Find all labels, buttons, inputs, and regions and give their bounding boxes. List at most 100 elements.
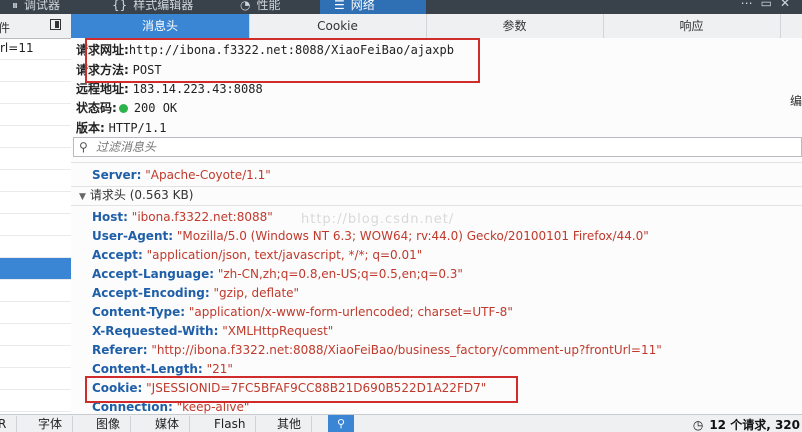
tab-response[interactable]: 响应 (603, 14, 781, 38)
request-summary-text: 12 个请求, 320 (709, 418, 800, 432)
http-version-label: 版本: (76, 121, 105, 135)
request-list-row[interactable]: rl=11 (0, 38, 71, 60)
dock-icon[interactable]: ▭ (761, 0, 780, 10)
header-value: "Mozilla/5.0 (Windows NT 6.3; WOW64; rv:… (176, 229, 649, 243)
overflow-icon[interactable]: ⋯ (741, 0, 761, 10)
filter-button-fonts[interactable]: 字体 (28, 416, 74, 432)
request-list-row[interactable] (0, 82, 71, 104)
performance-icon: ◔ (240, 0, 251, 12)
request-header-row: X-Requested-With: "XMLHttpRequest" (92, 322, 333, 341)
devtools-toolbar: ⏸ 调试器 {} 样式编辑器 ◔ 性能 ☰ 网络 ⋯▭✕ (0, 0, 802, 14)
request-list-row[interactable] (0, 390, 71, 412)
header-key: User-Agent: (92, 229, 174, 243)
request-list-row[interactable] (0, 258, 71, 280)
request-list-row[interactable] (0, 170, 71, 192)
request-list-row[interactable] (0, 214, 71, 236)
search-icon: ⚲ (79, 140, 88, 154)
network-icon: ☰ (334, 0, 345, 12)
remote-address-label: 远程地址: (76, 82, 129, 96)
status-code-label: 状态码: (76, 101, 117, 115)
request-header-row: Host: "ibona.f3322.net:8088" (92, 208, 273, 227)
file-column-label[interactable]: 件 (0, 19, 10, 36)
request-headers-section-label: 请求头 (0.563 KB) (89, 188, 194, 202)
watermark-text: http://blog.csdn.net/ (301, 212, 455, 227)
tab-debugger-label: 调试器 (24, 0, 61, 12)
tab-cookie[interactable]: Cookie (249, 14, 427, 38)
filter-button-flash[interactable]: Flash (204, 416, 257, 432)
request-list-row[interactable] (0, 302, 71, 324)
header-key: Accept: (92, 248, 143, 262)
toolbar-right-icons: ⋯▭✕ (741, 0, 798, 10)
request-header-row: Content-Type: "application/x-www-form-ur… (92, 303, 513, 322)
search-icon[interactable]: ⚲ (328, 415, 354, 432)
collapse-triangle-icon[interactable]: ▼ (79, 192, 86, 202)
toggle-sidebar-icon[interactable] (50, 19, 61, 30)
request-list-row[interactable] (0, 104, 71, 126)
divider (71, 205, 802, 206)
filter-headers-box: ⚲ (73, 137, 802, 157)
header-key: X-Requested-With: (92, 324, 219, 338)
request-list-row[interactable] (0, 192, 71, 214)
header-value: "zh-CN,zh;q=0.8,en-US;q=0.5,en;q=0.3" (217, 267, 463, 281)
request-list-row[interactable] (0, 60, 71, 82)
header-key: Content-Length: (92, 362, 203, 376)
http-version-line: 版本: HTTP/1.1 (76, 119, 166, 136)
request-list-row[interactable] (0, 148, 71, 170)
edit-resend-button[interactable]: 编 (790, 92, 802, 112)
tab-debugger[interactable]: ⏸ 调试器 (12, 0, 60, 14)
tab-style-editor[interactable]: {} 样式编辑器 (112, 0, 193, 14)
request-list-row[interactable] (0, 280, 71, 302)
tab-headers[interactable]: 消息头 (71, 14, 250, 38)
request-list-row[interactable] (0, 126, 71, 148)
tab-performance-label: 性能 (256, 0, 281, 12)
close-icon[interactable]: ✕ (780, 0, 798, 10)
filter-button-other[interactable]: 其他 (267, 416, 313, 432)
request-header-row: Accept-Language: "zh-CN,zh;q=0.8,en-US;q… (92, 265, 463, 284)
header-value: "21" (206, 362, 233, 376)
header-key: Referer: (92, 343, 148, 357)
header-value: "application/json, text/javascript, */*;… (146, 248, 423, 262)
filter-button-images[interactable]: 图像 (86, 416, 132, 432)
tab-network-label: 网络 (350, 0, 375, 12)
request-list-row[interactable] (0, 346, 71, 368)
header-value: "gzip, deflate" (213, 286, 300, 300)
bottom-filter-bar: R 字体 图像 媒体 Flash 其他 ⚲ ◷ 12 个请求, 320 (0, 414, 802, 432)
filter-button-all[interactable]: R (0, 416, 18, 432)
filter-button-media[interactable]: 媒体 (145, 416, 191, 432)
status-code-value: 200 OK (133, 101, 178, 115)
remote-address-value: 183.14.223.43:8088 (132, 82, 263, 96)
header-value: "application/x-www-form-urlencoded; char… (188, 305, 513, 319)
request-headers-section[interactable]: ▼ 请求头 (0.563 KB) (79, 186, 193, 205)
braces-icon: {} (112, 0, 128, 12)
header-key: Content-Type: (92, 305, 186, 319)
request-list-row[interactable] (0, 324, 71, 346)
header-value: "http://ibona.f3322.net:8088/XiaoFeiBao/… (151, 343, 662, 357)
annotation-box-cookie (85, 376, 518, 403)
divider (71, 162, 802, 163)
header-value: "XMLHttpRequest" (222, 324, 334, 338)
request-summary-status: ◷ 12 个请求, 320 (693, 416, 800, 432)
header-key: Accept-Encoding: (92, 286, 210, 300)
response-header-row: Server: "Apache-Coyote/1.1" (92, 166, 271, 185)
filter-headers-input[interactable] (96, 139, 786, 155)
headers-pane: 请求网址:http://ibona.f3322.net:8088/XiaoFei… (71, 38, 802, 414)
header-value: "Apache-Coyote/1.1" (145, 168, 271, 182)
annotation-box-url-method (85, 38, 480, 83)
http-version-value: HTTP/1.1 (108, 121, 167, 135)
tab-style-editor-label: 样式编辑器 (133, 0, 194, 12)
tab-network[interactable]: ☰ 网络 (320, 0, 426, 14)
header-key: Host: (92, 210, 128, 224)
detail-tabs: 消息头 Cookie 参数 响应 (71, 14, 802, 39)
request-list-row[interactable] (0, 236, 71, 258)
tab-performance[interactable]: ◔ 性能 (240, 0, 281, 14)
request-header-row: User-Agent: "Mozilla/5.0 (Windows NT 6.3… (92, 227, 649, 246)
debugger-icon: ⏸ (12, 0, 19, 12)
header-key: Accept-Language: (92, 267, 215, 281)
header-key: Server: (92, 168, 142, 182)
header-value: "ibona.f3322.net:8088" (131, 210, 273, 224)
request-header-row: Referer: "http://ibona.f3322.net:8088/Xi… (92, 341, 662, 360)
status-ok-icon (118, 104, 128, 113)
request-list-row[interactable] (0, 368, 71, 390)
status-code-line: 状态码: 200 OK (76, 99, 177, 116)
tab-params[interactable]: 参数 (426, 14, 604, 38)
